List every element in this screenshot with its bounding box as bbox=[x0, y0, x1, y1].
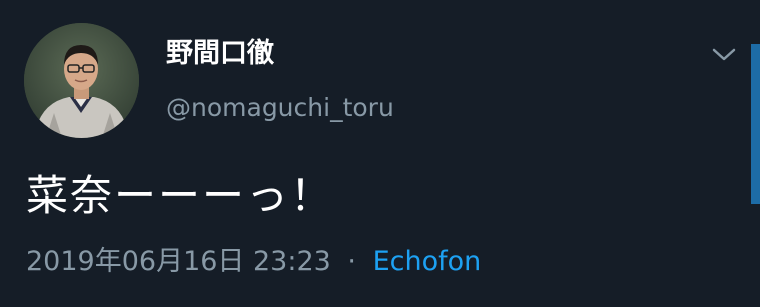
client-link[interactable]: Echofon bbox=[373, 246, 482, 277]
chevron-down-icon[interactable] bbox=[708, 40, 740, 68]
tweet-timestamp[interactable]: 2019年06月16日 23:23 bbox=[26, 246, 331, 277]
avatar-image bbox=[24, 23, 139, 138]
meta-separator: · bbox=[347, 246, 357, 277]
avatar[interactable] bbox=[24, 23, 139, 138]
display-name[interactable]: 野間口徹 bbox=[166, 34, 274, 74]
scrollbar[interactable] bbox=[751, 44, 760, 204]
tweet-meta: 2019年06月16日 23:23 · Echofon bbox=[26, 242, 481, 282]
tweet-text: 菜奈ーーーっ！ bbox=[26, 171, 335, 220]
tweet-card: 野間口徹 @nomaguchi_toru 菜奈ーーーっ！ 2019年06月16日… bbox=[0, 0, 760, 307]
user-handle[interactable]: @nomaguchi_toru bbox=[166, 90, 394, 126]
